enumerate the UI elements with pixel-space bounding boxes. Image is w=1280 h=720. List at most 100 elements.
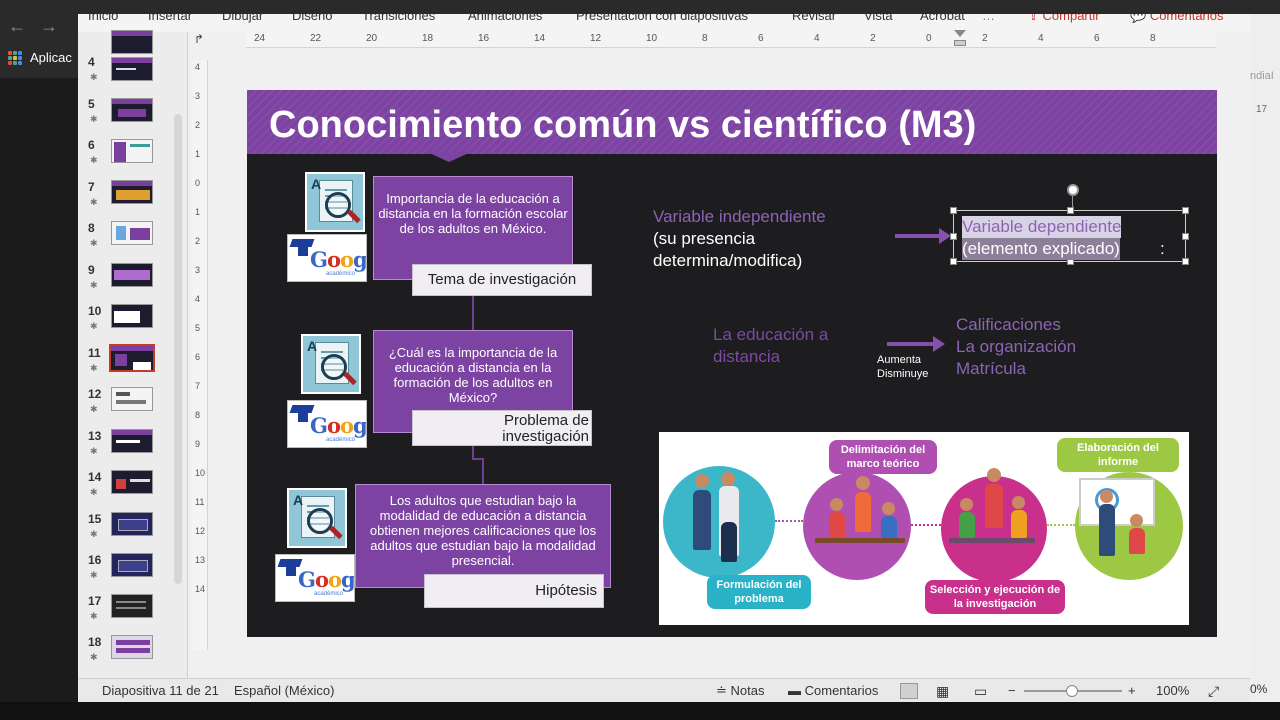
resize-handle[interactable]	[950, 233, 957, 240]
example-independent-line-1[interactable]: La educación a	[713, 324, 828, 346]
hipotesis-text-box[interactable]: Los adultos que estudian bajo la modalid…	[355, 484, 611, 588]
resize-handle[interactable]	[1182, 207, 1189, 214]
selected-textbox[interactable]: Variable dependiente (elemento explicado…	[950, 184, 1189, 265]
logo-letter: g	[352, 247, 367, 272]
apps-shortcut[interactable]: Aplicac	[8, 50, 72, 65]
resize-handle[interactable]	[1182, 258, 1189, 265]
zoom-out-icon[interactable]: −	[1008, 683, 1016, 698]
zoom-slider-thumb[interactable]	[1066, 685, 1078, 697]
tab-stop-icon[interactable]: ↱	[194, 32, 204, 46]
slide-thumbnail-15[interactable]	[111, 512, 153, 536]
hipotesis-label[interactable]: Hipótesis	[424, 574, 604, 608]
resize-handle[interactable]	[1182, 233, 1189, 240]
slide-thumbnail-10[interactable]	[111, 304, 153, 328]
tab-diseno[interactable]: Diseño	[292, 14, 332, 23]
slide-sorter-icon[interactable]: ▦	[936, 683, 949, 700]
transition-icon: ✱	[90, 197, 98, 207]
connector-line	[482, 458, 484, 484]
table-figure	[815, 538, 905, 543]
example-dependent-2[interactable]: La organización	[956, 336, 1076, 358]
dotted-connector	[775, 520, 803, 522]
tab-acrobat[interactable]: Acrobat	[920, 14, 965, 23]
logo-letter: g	[352, 413, 367, 438]
tab-insertar[interactable]: Insertar	[148, 14, 192, 23]
thumb-number: 7	[88, 180, 95, 194]
fit-slide-icon[interactable]: ⤢	[1208, 683, 1219, 700]
back-arrow-icon[interactable]: ←	[8, 16, 26, 37]
resize-handle[interactable]	[950, 207, 957, 214]
example-dependent-3[interactable]: Matrícula	[956, 358, 1026, 380]
slide-counter[interactable]: Diapositiva 11 de 21	[102, 683, 219, 698]
background-window-num: 17	[1256, 104, 1268, 115]
slide-thumbnail-18[interactable]	[111, 635, 153, 659]
ruler-tick-label: 10	[195, 468, 206, 478]
transition-icon: ✱	[90, 487, 98, 497]
ruler-tick-label: 3	[195, 265, 201, 275]
slide-thumbnail-7[interactable]	[111, 180, 153, 204]
reading-view-icon[interactable]: ▭	[974, 683, 987, 700]
connector-line	[472, 296, 474, 330]
slide-thumbnail-11-selected[interactable]	[109, 344, 155, 372]
screen-bottom	[0, 702, 1280, 720]
zoom-level[interactable]: 100%	[1156, 683, 1189, 698]
slide-thumbnail-8[interactable]	[111, 221, 153, 245]
independent-variable-title[interactable]: Variable independiente	[653, 206, 826, 228]
slide-thumbnail-14[interactable]	[111, 470, 153, 494]
dependent-variable-line-2[interactable]: (elemento explicado)	[962, 238, 1120, 260]
slide-thumbnail-4[interactable]	[111, 57, 153, 81]
person-figure	[881, 516, 897, 540]
transition-icon: ✱	[90, 446, 98, 456]
tab-presentacion[interactable]: Presentación con diapositivas	[576, 14, 748, 23]
research-process-infographic[interactable]: Formulación del problema Delimitación de…	[659, 432, 1189, 625]
person-head	[960, 498, 973, 511]
normal-view-icon[interactable]	[900, 683, 918, 699]
logo-letter: G	[310, 247, 328, 272]
research-search-icon: A	[287, 488, 347, 548]
resize-handle[interactable]	[950, 258, 957, 265]
google-scholar-logo: Google académico	[275, 554, 355, 602]
seleccion-label: Selección y ejecución de la investigació…	[925, 580, 1065, 614]
slide-thumbnail-16[interactable]	[111, 553, 153, 577]
thumb-number: 18	[88, 635, 102, 649]
person-head	[1012, 496, 1025, 509]
elaboracion-label: Elaboración del informe	[1057, 438, 1179, 472]
independent-variable-desc-2[interactable]: determina/modifica)	[653, 250, 802, 272]
indent-marker-icon[interactable]	[954, 30, 966, 50]
slide-thumbnail-12[interactable]	[111, 387, 153, 411]
tab-revisar[interactable]: Revisar	[792, 14, 836, 23]
slide-thumbnail-17[interactable]	[111, 594, 153, 618]
slide-canvas[interactable]: Conocimiento común vs científico (M3) A …	[247, 90, 1217, 637]
comments-status-button[interactable]: ▬ Comentarios	[788, 683, 878, 698]
slide-thumbnail-3[interactable]	[111, 30, 153, 54]
zoom-in-icon[interactable]: +	[1128, 683, 1136, 698]
person-figure	[855, 492, 871, 532]
tab-dibujar[interactable]: Dibujar	[222, 14, 263, 23]
share-button[interactable]: ⇪ Compartir	[1028, 14, 1100, 24]
notes-button[interactable]: ≐ Notas	[716, 683, 765, 699]
tab-transiciones[interactable]: Transiciones	[362, 14, 435, 23]
logo-letter: G	[310, 413, 328, 438]
slide-thumbnail-9[interactable]	[111, 263, 153, 287]
rotate-handle-icon[interactable]	[1067, 184, 1079, 196]
thumb-number: 6	[88, 138, 95, 152]
comments-button[interactable]: 💬 Comentarios	[1130, 14, 1224, 24]
problema-label[interactable]: Problema de investigación	[412, 410, 592, 446]
dependent-variable-line-1[interactable]: Variable dependiente	[962, 216, 1122, 238]
ribbon-tabs: Inicio Insertar Dibujar Diseño Transicio…	[78, 14, 1250, 32]
example-dependent-1[interactable]: Calificaciones	[956, 314, 1061, 336]
tab-vista[interactable]: Vista	[864, 14, 893, 23]
more-tabs-icon[interactable]: …	[982, 14, 995, 23]
thumbnails-scrollbar[interactable]	[174, 114, 182, 584]
independent-variable-desc-1[interactable]: (su presencia	[653, 228, 755, 250]
slide-thumbnail-6[interactable]	[111, 139, 153, 163]
tab-inicio[interactable]: Inicio	[88, 14, 118, 23]
forward-arrow-icon[interactable]: →	[40, 16, 58, 37]
slide-thumbnail-13[interactable]	[111, 429, 153, 453]
tema-label[interactable]: Tema de investigación	[412, 264, 592, 296]
resize-handle[interactable]	[1067, 207, 1074, 214]
slide-thumbnail-5[interactable]	[111, 98, 153, 122]
slide-title[interactable]: Conocimiento común vs científico (M3)	[269, 104, 976, 147]
language-indicator[interactable]: Español (México)	[234, 683, 334, 698]
ruler-tick-label: 2	[195, 236, 201, 246]
tab-animaciones[interactable]: Animaciones	[468, 14, 542, 23]
